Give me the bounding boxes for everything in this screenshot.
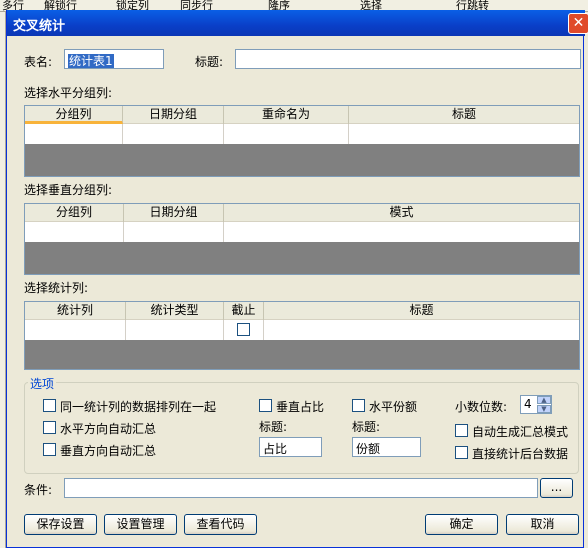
table-cell[interactable] [224,320,264,340]
table-cell[interactable] [264,320,579,340]
table-row[interactable] [25,222,579,242]
horizontal-share-title-input[interactable]: 份额 [352,437,421,457]
decimal-places-label: 小数位数: [455,400,508,414]
direct-backend-data-checkbox[interactable] [455,446,468,459]
horizontal-share-label: 水平份额 [369,400,418,414]
condition-input[interactable] [64,478,538,498]
column-header-group[interactable]: 分组列 [25,204,124,222]
direct-backend-data-label: 直接统计后台数据 [472,447,569,461]
table-name-input[interactable]: 统计表1 [64,49,164,69]
vertical-ratio-checkbox[interactable] [259,399,272,412]
table-cell[interactable] [224,124,349,144]
decimal-places-value: 4 [524,397,532,411]
same-stat-together-checkbox[interactable] [43,399,56,412]
dialog-title: 交叉统计 [13,19,66,34]
column-header-date-group[interactable]: 日期分组 [124,204,224,222]
horizontal-auto-summary-label: 水平方向自动汇总 [60,422,157,436]
auto-summary-mode-checkbox[interactable] [455,424,468,437]
table-cell[interactable] [25,124,123,144]
dialog-titlebar[interactable]: 交叉统计 ✕ [7,10,588,36]
table-cell[interactable] [126,320,224,340]
close-button[interactable]: ✕ [568,13,588,34]
table-cell[interactable] [25,222,124,242]
vertical-auto-summary-checkbox[interactable] [43,443,56,456]
horizontal-share-title-label: 标题: [352,420,381,434]
table-cell[interactable] [123,124,224,144]
options-group-title: 选项 [28,375,57,392]
horizontal-auto-summary-checkbox[interactable] [43,421,56,434]
column-header-mode[interactable]: 模式 [224,204,579,222]
ok-button[interactable]: 确定 [425,514,498,535]
column-header-stat[interactable]: 统计列 [25,302,126,320]
table-cell[interactable] [224,222,579,242]
spin-down-icon[interactable]: ▼ [537,405,551,413]
column-header-title[interactable]: 标题 [264,302,579,320]
table-cell[interactable] [349,124,579,144]
table-row[interactable] [25,124,579,144]
auto-summary-mode-label: 自动生成汇总模式 [472,425,569,439]
horizontal-share-checkbox[interactable] [352,399,365,412]
close-icon: ✕ [572,15,585,31]
column-header-date-group[interactable]: 日期分组 [123,106,224,124]
vertical-auto-summary-label: 垂直方向自动汇总 [60,444,157,458]
cutoff-checkbox[interactable] [237,323,250,336]
vertical-ratio-title-input[interactable]: 占比 [259,437,322,457]
column-header-cutoff[interactable]: 截止 [224,302,264,320]
column-header-title[interactable]: 标题 [349,106,579,124]
condition-label: 条件: [24,483,53,497]
horizontal-group-grid[interactable]: 分组列 日期分组 重命名为 标题 [24,105,580,177]
table-name-label: 表名: [24,55,53,69]
column-header-stat-type[interactable]: 统计类型 [126,302,224,320]
horizontal-group-label: 选择水平分组列: [24,86,113,100]
condition-browse-button[interactable]: ... [540,478,573,498]
title-label: 标题: [195,55,224,69]
spin-up-icon[interactable]: ▲ [537,396,551,404]
manage-settings-button[interactable]: 设置管理 [104,514,177,535]
stat-columns-label: 选择统计列: [24,281,89,295]
table-name-value: 统计表1 [68,54,114,68]
vertical-ratio-title-label: 标题: [259,420,288,434]
vertical-group-grid[interactable]: 分组列 日期分组 模式 [24,203,580,275]
column-header-rename[interactable]: 重命名为 [224,106,349,124]
table-cell[interactable] [25,320,126,340]
save-settings-button[interactable]: 保存设置 [24,514,97,535]
title-input[interactable] [235,49,581,69]
grid-header: 分组列 日期分组 模式 [25,204,579,222]
vertical-ratio-label: 垂直占比 [276,400,325,414]
stat-columns-grid[interactable]: 统计列 统计类型 截止 标题 [24,301,580,370]
grid-header: 分组列 日期分组 重命名为 标题 [25,106,579,124]
view-code-button[interactable]: 查看代码 [184,514,257,535]
cross-stat-dialog: 交叉统计 ✕ 表名: 统计表1 标题: 选择水平分组列: 分组列 日期分组 重命… [6,10,588,548]
table-cell[interactable] [124,222,224,242]
table-row[interactable] [25,320,579,340]
grid-header: 统计列 统计类型 截止 标题 [25,302,579,320]
vertical-group-label: 选择垂直分组列: [24,183,113,197]
cancel-button[interactable]: 取消 [506,514,579,535]
column-header-group[interactable]: 分组列 [25,106,123,124]
same-stat-together-label: 同一统计列的数据排列在一起 [60,400,217,414]
